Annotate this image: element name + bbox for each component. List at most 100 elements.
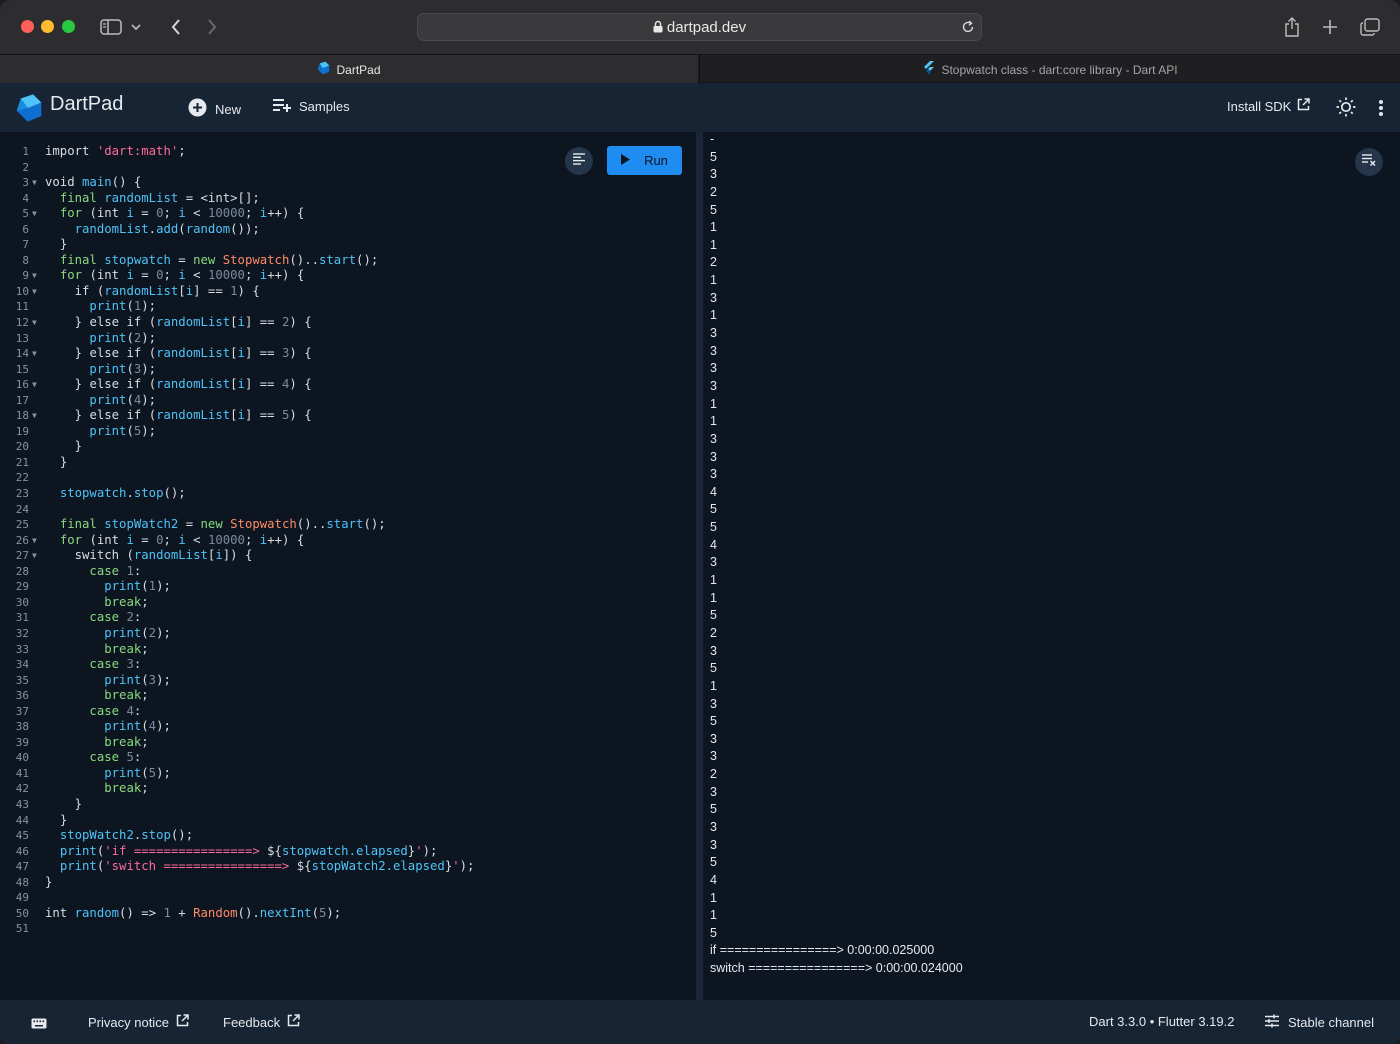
console-line: - [710, 132, 715, 146]
gutter-spacer [29, 610, 45, 626]
line-number: 36 [15, 689, 29, 703]
code-line: 19 print(5); [0, 424, 474, 440]
line-code: } [59, 812, 68, 827]
fold-arrow-icon[interactable]: ▼ [29, 377, 45, 393]
add-circle-icon [188, 98, 207, 120]
console-line: 2 [710, 255, 717, 270]
fold-arrow-icon[interactable]: ▼ [29, 533, 45, 549]
more-menu-icon[interactable] [1378, 99, 1384, 122]
samples-button[interactable]: Samples [273, 98, 350, 115]
external-link-icon [1297, 98, 1311, 114]
sidebar-toggle-icon[interactable] [98, 14, 124, 40]
code-editor[interactable]: 1 import 'dart:math'; 2 3 ▼ void main() {4 fi… [0, 132, 696, 1000]
keyboard-icon[interactable] [31, 1016, 47, 1034]
minimize-window-button[interactable] [41, 20, 54, 33]
gutter-spacer [29, 781, 45, 797]
fold-arrow-icon[interactable]: ▼ [29, 175, 45, 191]
channel-selector[interactable]: Stable channel [1265, 1014, 1374, 1031]
fold-arrow-icon[interactable]: ▼ [29, 346, 45, 362]
code-line: 46 print('if ================> ${stopwat… [0, 844, 474, 860]
code-line: 3 ▼ void main() { [0, 175, 474, 191]
code-line: 29 print(1); [0, 579, 474, 595]
address-bar[interactable]: dartpad.dev [417, 13, 982, 41]
code-line: 39 break; [0, 735, 474, 751]
code-line: 34 case 3: [0, 657, 474, 673]
gutter-spacer [29, 595, 45, 611]
tab-dartpad[interactable]: DartPad [0, 55, 698, 84]
line-number: 11 [15, 300, 29, 314]
clear-all-icon [1362, 153, 1376, 171]
fold-arrow-icon[interactable]: ▼ [29, 206, 45, 222]
line-number: 31 [15, 611, 29, 625]
console-line: 1 [710, 273, 717, 288]
code-line: 20 } [0, 439, 474, 455]
format-button[interactable] [565, 147, 593, 175]
line-number: 41 [15, 766, 29, 780]
chevron-down-icon[interactable] [128, 14, 144, 40]
console-line: 5 [710, 502, 717, 517]
console-line: 3 [710, 343, 717, 358]
line-number: 5 [22, 207, 29, 221]
install-sdk-link[interactable]: Install SDK [1227, 98, 1311, 114]
line-code: print('if ================> ${stopwatch.… [59, 843, 438, 858]
line-number: 30 [15, 595, 29, 609]
line-number: 6 [22, 222, 29, 236]
fold-arrow-icon[interactable]: ▼ [29, 315, 45, 331]
back-icon[interactable] [163, 14, 189, 40]
browser-tab-bar: DartPad Stopwatch class - dart:core libr… [0, 54, 1400, 84]
console-line: 3 [710, 749, 717, 764]
line-code: final stopwatch = new Stopwatch()..start… [59, 252, 379, 267]
fold-arrow-icon[interactable]: ▼ [29, 408, 45, 424]
line-code: print(4); [104, 719, 171, 734]
clear-console-button[interactable] [1355, 148, 1383, 176]
theme-toggle-icon[interactable] [1336, 97, 1356, 122]
line-number: 1 [22, 145, 29, 158]
split-divider[interactable] [696, 132, 703, 1000]
console-line: 4 [710, 872, 717, 887]
line-number: 16 [15, 378, 29, 392]
line-number: 40 [15, 751, 29, 765]
line-number: 49 [15, 891, 29, 905]
code-line: 45 stopWatch2.stop(); [0, 828, 474, 844]
lock-icon [653, 20, 663, 37]
fold-arrow-icon[interactable]: ▼ [29, 548, 45, 564]
privacy-notice-link[interactable]: Privacy notice [88, 1014, 189, 1030]
new-tab-icon[interactable] [1317, 14, 1343, 40]
fold-arrow-icon[interactable]: ▼ [29, 284, 45, 300]
close-window-button[interactable] [21, 20, 34, 33]
line-code: print(5); [89, 423, 157, 438]
console-line: 1 [710, 237, 717, 252]
code-line: 21 } [0, 455, 474, 471]
line-number: 3 [22, 176, 29, 190]
code-line: 24 [0, 502, 474, 518]
channel-label: Stable channel [1288, 1015, 1375, 1030]
share-icon[interactable] [1279, 14, 1305, 40]
line-number: 17 [15, 393, 29, 407]
reload-icon[interactable] [961, 20, 975, 39]
fold-arrow-icon[interactable]: ▼ [29, 268, 45, 284]
gutter-spacer [29, 222, 45, 238]
tab-stopwatch-docs[interactable]: Stopwatch class - dart:core library - Da… [699, 55, 1400, 84]
code-line: 6 randomList.add(random()); [0, 222, 474, 238]
console-line: 4 [710, 484, 717, 499]
gutter-spacer [29, 828, 45, 844]
console-line: 3 [710, 431, 717, 446]
code-line: 43 } [0, 797, 474, 813]
line-code: final randomList = <int>[]; [59, 190, 260, 205]
line-code: for (int i = 0; i < 10000; i++) { [59, 268, 305, 283]
gutter-spacer [29, 299, 45, 315]
zoom-window-button[interactable] [62, 20, 75, 33]
line-code: print(3); [89, 361, 157, 376]
code-line: 32 print(2); [0, 626, 474, 642]
run-button[interactable]: Run [607, 146, 682, 175]
tab-label: Stopwatch class - dart:core library - Da… [941, 62, 1178, 77]
tab-overview-icon[interactable] [1357, 14, 1383, 40]
feedback-link[interactable]: Feedback [223, 1014, 300, 1030]
line-code: print(1); [89, 299, 157, 314]
console-line: 3 [710, 555, 717, 570]
forward-icon[interactable] [199, 14, 225, 40]
new-button[interactable]: New [188, 98, 241, 120]
code-line: 42 break; [0, 781, 474, 797]
code-line: 2 [0, 160, 474, 176]
tab-label: DartPad [336, 62, 381, 77]
